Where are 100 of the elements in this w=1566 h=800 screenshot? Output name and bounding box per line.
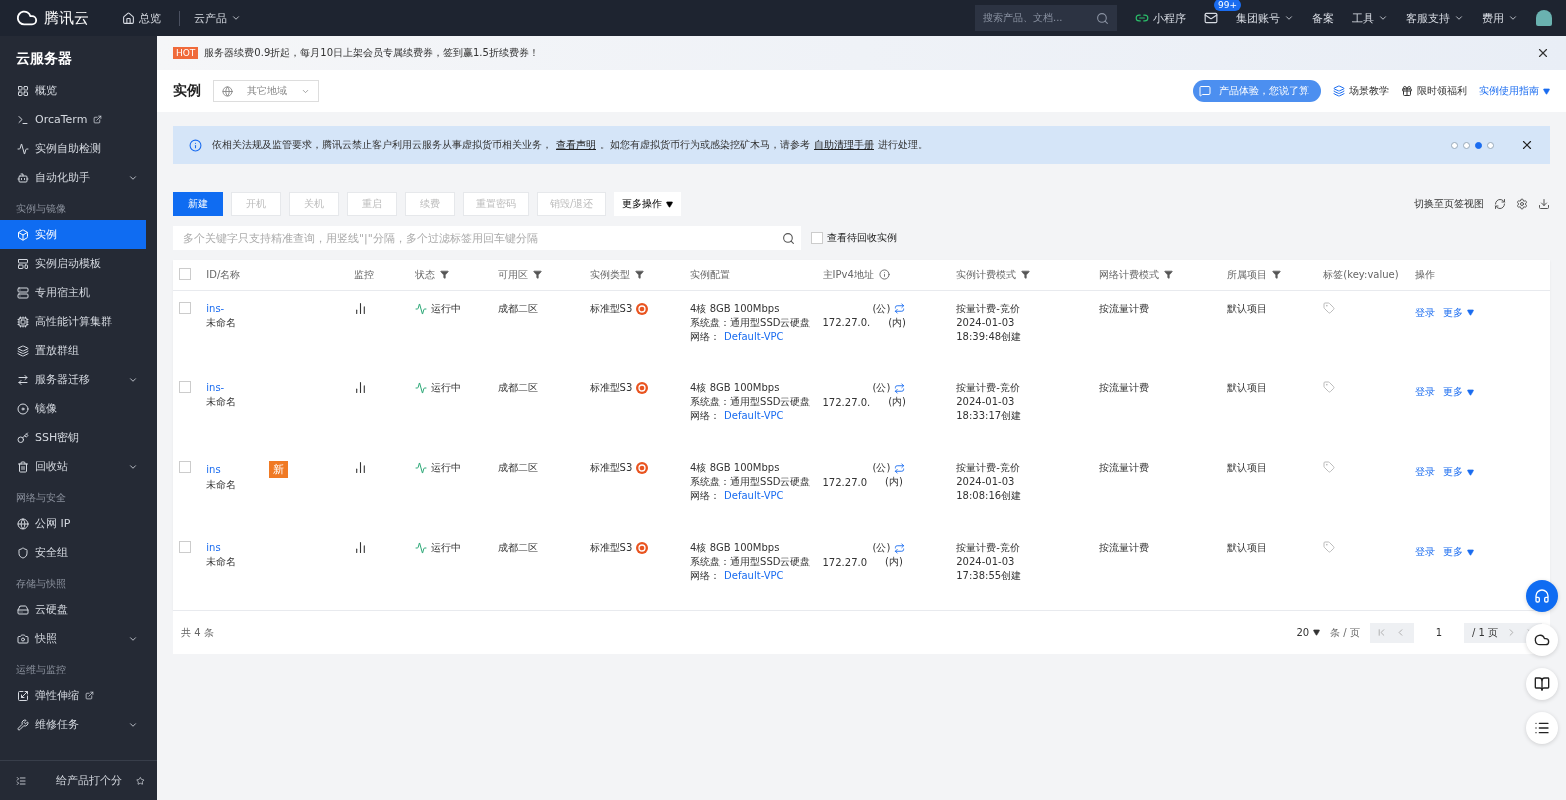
instance-id-link[interactable]: ins- xyxy=(206,381,225,395)
top-link[interactable]: 小程序 xyxy=(1135,10,1186,26)
recycle-checkbox[interactable]: 查看待回收实例 xyxy=(811,231,897,245)
sidebar-item[interactable]: 实例自助检测 xyxy=(0,134,146,163)
sidebar-item[interactable]: 维修任务 xyxy=(0,710,146,739)
os-logo-icon xyxy=(636,542,649,554)
top-link[interactable]: 工具 xyxy=(1352,10,1388,26)
list-icon xyxy=(1534,720,1550,736)
zone-text: 成都二区 xyxy=(498,461,540,475)
search-field[interactable]: 多个关键字只支持精准查询，用竖线"|"分隔，多个过滤标签用回车键分隔 xyxy=(173,226,775,250)
checkbox[interactable] xyxy=(179,267,191,280)
download-icon[interactable] xyxy=(1538,198,1550,210)
book-icon xyxy=(1534,676,1550,692)
nav-link[interactable]: 总览 xyxy=(122,10,161,26)
switch-icon[interactable] xyxy=(894,303,906,314)
more-actions-button[interactable]: 更多操作 xyxy=(614,192,682,216)
sidebar-item[interactable]: 服务器迁移 xyxy=(0,365,146,394)
config-text: 系统盘：通用型SSD云硬盘 xyxy=(690,395,811,409)
login-link[interactable]: 登录 xyxy=(1415,465,1436,479)
page-size-select[interactable]: 20 xyxy=(1296,627,1321,638)
top-link[interactable]: 集团账号 xyxy=(1236,10,1294,26)
mail-icon[interactable] xyxy=(1204,11,1218,25)
vpc-link[interactable]: Default-VPC xyxy=(724,409,784,423)
sidebar-item[interactable]: 弹性伸缩 xyxy=(0,681,146,710)
switch-view-link[interactable]: 切换至页签视图 xyxy=(1414,197,1484,211)
filter-icon[interactable] xyxy=(1271,270,1281,280)
close-icon[interactable] xyxy=(1520,138,1534,152)
avatar[interactable] xyxy=(1536,10,1552,26)
notice-link[interactable]: 查看声明 xyxy=(556,138,596,152)
search-button[interactable] xyxy=(775,226,801,250)
sidebar-item[interactable]: 概览 xyxy=(0,76,146,105)
billing-text: 2024-01-03 xyxy=(956,475,1016,489)
sidebar-item[interactable]: SSH密钥 xyxy=(0,423,146,452)
carousel-dot[interactable] xyxy=(1475,141,1482,149)
region-select[interactable]: 其它地域 xyxy=(213,80,319,102)
sidebar-item[interactable]: 高性能计算集群 xyxy=(0,307,146,336)
header-link[interactable]: 限时领福利 xyxy=(1401,84,1467,98)
bar-chart-icon[interactable] xyxy=(354,541,368,554)
page-input[interactable]: 1 xyxy=(1413,622,1464,643)
switch-icon[interactable] xyxy=(894,382,906,394)
sidebar-item[interactable]: 安全组 xyxy=(0,538,146,567)
row-checkbox[interactable] xyxy=(179,381,191,393)
more-link[interactable]: 更多 xyxy=(1443,545,1475,559)
external-link-icon xyxy=(93,115,103,124)
filter-icon[interactable] xyxy=(1021,270,1031,280)
login-link[interactable]: 登录 xyxy=(1415,545,1436,559)
sidebar-item[interactable]: 回收站 xyxy=(0,452,146,481)
bar-chart-icon[interactable] xyxy=(354,381,368,394)
filter-icon[interactable] xyxy=(634,270,644,280)
carousel-dot[interactable] xyxy=(1463,141,1470,149)
row-checkbox[interactable] xyxy=(179,301,191,314)
column-header: 所属项目 xyxy=(1226,267,1267,282)
top-link[interactable]: 客服支持 xyxy=(1406,10,1464,26)
refresh-icon[interactable] xyxy=(1494,198,1506,210)
more-link[interactable]: 更多 xyxy=(1443,465,1475,479)
header-link[interactable]: 实例使用指南 xyxy=(1479,84,1550,98)
sidebar-item[interactable]: 云硬盘 xyxy=(0,595,146,624)
vpc-link[interactable]: Default-VPC xyxy=(724,489,784,503)
instance-id-link[interactable]: ins xyxy=(206,541,221,555)
filter-icon[interactable] xyxy=(440,270,450,280)
sidebar-item[interactable]: 公网 IP xyxy=(0,509,146,538)
settings-icon[interactable] xyxy=(1516,198,1528,210)
switch-icon[interactable] xyxy=(894,542,906,554)
instance-id-link[interactable]: ins xyxy=(206,462,221,477)
login-link[interactable]: 登录 xyxy=(1415,385,1436,399)
caret-icon xyxy=(1454,13,1464,23)
nav-link[interactable]: 云产品 xyxy=(179,10,241,26)
toolbar-button[interactable]: 新建 xyxy=(173,192,223,216)
instance-type-text: 标准型S3 xyxy=(589,541,633,555)
switch-icon[interactable] xyxy=(894,462,906,474)
sidebar-item[interactable]: 专用宿主机 xyxy=(0,278,146,307)
vpc-link[interactable]: Default-VPC xyxy=(724,569,784,583)
sidebar-item[interactable]: 自动化助手 xyxy=(0,163,146,192)
bar-chart-icon[interactable] xyxy=(354,461,368,474)
search-field[interactable]: 搜索产品、文档... xyxy=(975,5,1117,31)
header-link[interactable]: 场景教学 xyxy=(1333,84,1389,98)
sidebar-item[interactable]: 镜像 xyxy=(0,394,146,423)
filter-icon[interactable] xyxy=(1163,270,1173,280)
sidebar-item[interactable]: 置放群组 xyxy=(0,336,146,365)
sidebar-item[interactable]: 实例 xyxy=(0,220,146,249)
close-icon[interactable] xyxy=(1536,46,1550,60)
bar-chart-icon[interactable] xyxy=(354,301,368,315)
instance-id-link[interactable]: ins- xyxy=(206,301,225,316)
top-link[interactable]: 费用 xyxy=(1482,10,1518,26)
vpc-link[interactable]: Default-VPC xyxy=(724,329,784,344)
sidebar-item[interactable]: OrcaTerm xyxy=(0,105,146,134)
row-checkbox[interactable] xyxy=(179,541,191,553)
filter-icon[interactable] xyxy=(533,270,543,280)
private-ip-text: 172.27.0 xyxy=(822,556,868,568)
sidebar-item[interactable]: 快照 xyxy=(0,624,146,653)
project-text: 默认项目 xyxy=(1226,541,1268,555)
more-link[interactable]: 更多 xyxy=(1443,385,1475,399)
notice-link[interactable]: 自助清理手册 xyxy=(814,138,874,152)
top-link[interactable]: 备案 xyxy=(1312,10,1334,26)
login-link[interactable]: 登录 xyxy=(1415,305,1436,320)
sidebar-item[interactable]: 实例启动模板 xyxy=(0,249,146,278)
more-link[interactable]: 更多 xyxy=(1443,305,1475,320)
row-checkbox[interactable] xyxy=(179,461,191,473)
carousel-dot[interactable] xyxy=(1451,141,1458,149)
carousel-dot[interactable] xyxy=(1487,141,1494,149)
